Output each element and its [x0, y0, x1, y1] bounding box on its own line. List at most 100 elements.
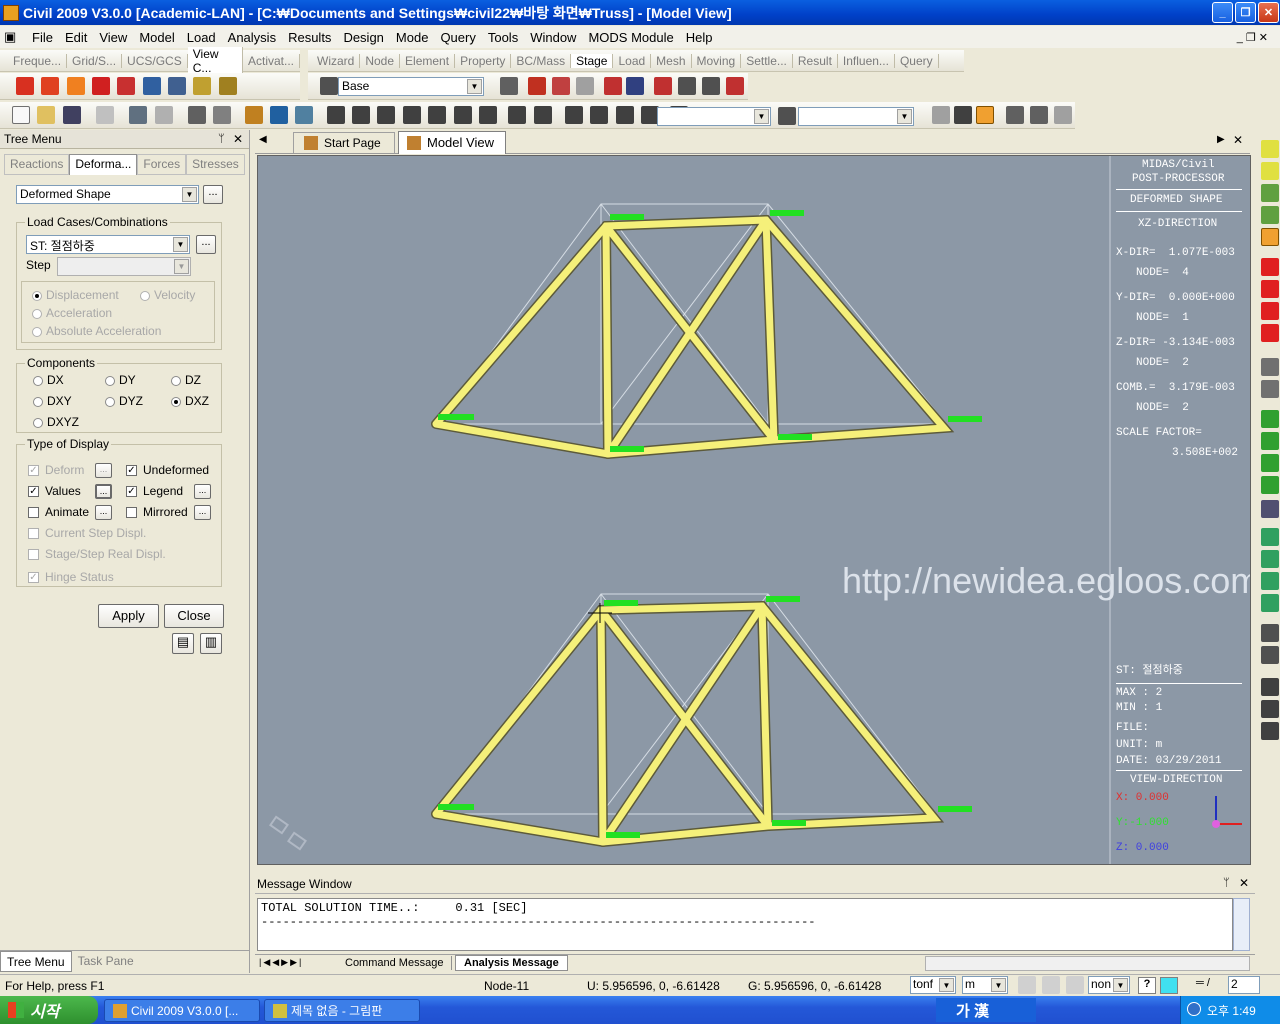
- deform-options-button[interactable]: ...: [95, 463, 112, 478]
- tab-moving[interactable]: Moving: [692, 53, 742, 68]
- task-civil[interactable]: Civil 2009 V3.0.0 [...: [104, 999, 260, 1022]
- rotate-z-icon[interactable]: [1261, 572, 1279, 590]
- menu-view[interactable]: View: [93, 30, 133, 45]
- message-scrollbar[interactable]: [1233, 898, 1250, 951]
- tendon-icon[interactable]: [604, 77, 622, 95]
- print-icon[interactable]: [188, 106, 207, 124]
- dz-radio[interactable]: [171, 375, 181, 386]
- pin-icon[interactable]: ᛘ: [1223, 877, 1230, 889]
- tab-start-page[interactable]: Start Page: [293, 132, 395, 153]
- select-poly-icon[interactable]: [590, 106, 609, 124]
- close-icon[interactable]: ✕: [1239, 876, 1249, 890]
- tab-node[interactable]: Node: [360, 53, 401, 68]
- minimize-button[interactable]: _: [1212, 2, 1233, 23]
- restore-button[interactable]: ❐: [1235, 2, 1256, 23]
- current-step-checkbox[interactable]: [28, 528, 39, 540]
- support-icon[interactable]: [528, 77, 546, 95]
- rotate-icon[interactable]: [508, 106, 527, 124]
- abs-acceleration-radio[interactable]: [32, 326, 42, 337]
- stage-icon[interactable]: [320, 77, 338, 95]
- mode-select[interactable]: non ▼: [1088, 976, 1130, 994]
- values-checkbox[interactable]: ✓: [28, 486, 39, 498]
- stage-step-checkbox[interactable]: [28, 549, 39, 561]
- clock[interactable]: 오후 1:49: [1207, 1002, 1256, 1019]
- values-options-button[interactable]: ...: [95, 484, 112, 499]
- rotate-free-icon[interactable]: [1261, 594, 1279, 612]
- chevron-down-icon[interactable]: ▼: [897, 109, 912, 124]
- line-icon[interactable]: [678, 77, 696, 95]
- grid-toggle-icon[interactable]: [932, 106, 950, 124]
- zoom-fit-icon[interactable]: [1261, 140, 1279, 158]
- close-button[interactable]: ✕: [1258, 2, 1279, 23]
- ime-bar[interactable]: 가 漢: [936, 998, 1036, 1022]
- menu-edit[interactable]: Edit: [59, 30, 93, 45]
- hidden-icon[interactable]: [41, 77, 60, 95]
- chevron-down-icon[interactable]: ▼: [467, 79, 482, 94]
- axis-icon[interactable]: [626, 77, 644, 95]
- tab-reactions[interactable]: Reactions: [4, 154, 70, 175]
- save-icon[interactable]: [62, 106, 81, 124]
- dyz-radio[interactable]: [105, 396, 115, 407]
- animate-checkbox[interactable]: [28, 507, 39, 519]
- tree-icon[interactable]: [244, 106, 263, 124]
- stage-edit-icon[interactable]: [500, 77, 518, 95]
- unlock-icon[interactable]: [954, 106, 972, 124]
- chevron-down-icon[interactable]: ▼: [1113, 978, 1128, 992]
- view-front-icon[interactable]: [1261, 410, 1279, 428]
- deform-checkbox[interactable]: ✓: [28, 465, 39, 477]
- length-unit-select[interactable]: m ▼: [962, 976, 1008, 994]
- load-icon[interactable]: [552, 77, 570, 95]
- view-iso-icon[interactable]: [1261, 358, 1279, 376]
- dxyz-radio[interactable]: [33, 417, 43, 428]
- tab-nav-icons[interactable]: |◀◀▶▶|: [259, 957, 303, 968]
- undeformed-checkbox[interactable]: ✓: [126, 465, 137, 477]
- pan-icon[interactable]: [1261, 700, 1279, 718]
- select-icon[interactable]: [16, 77, 34, 95]
- beam-icon[interactable]: [654, 77, 672, 95]
- tab-scroll-left-icon[interactable]: ◀: [259, 134, 267, 145]
- tab-tree-menu[interactable]: Tree Menu: [0, 951, 72, 972]
- menu-file[interactable]: File: [26, 30, 59, 45]
- tools-icon[interactable]: [295, 106, 314, 124]
- menu-model[interactable]: Model: [133, 30, 180, 45]
- close-button[interactable]: Close: [164, 604, 224, 628]
- filter-icon[interactable]: [778, 107, 796, 125]
- tab-stage[interactable]: Stage: [571, 53, 614, 68]
- dx-radio[interactable]: [33, 375, 43, 386]
- arrow-left-icon[interactable]: [1261, 258, 1279, 276]
- perspective-icon[interactable]: [92, 77, 111, 95]
- label-icon[interactable]: [193, 77, 212, 95]
- shade-icon[interactable]: [66, 77, 85, 95]
- chevron-down-icon[interactable]: ▼: [939, 978, 954, 992]
- capture-icon[interactable]: [1261, 646, 1279, 664]
- rotate-y-icon[interactable]: [1261, 550, 1279, 568]
- load-case-select[interactable]: ST: 절점하중 ▼: [26, 235, 190, 254]
- export-icon[interactable]: ▥: [200, 633, 222, 654]
- render-icon[interactable]: [117, 77, 136, 95]
- tab-wizard[interactable]: Wizard: [312, 53, 361, 68]
- move-icon[interactable]: [1261, 722, 1279, 740]
- menu-query[interactable]: Query: [434, 30, 481, 45]
- snap2-icon[interactable]: [1042, 976, 1060, 994]
- grid-icon[interactable]: [352, 106, 371, 124]
- load-case-options-button[interactable]: ...: [196, 235, 216, 254]
- apply-button[interactable]: Apply: [98, 604, 159, 628]
- tab-frequency[interactable]: Freque...: [8, 53, 68, 68]
- legend-options-button[interactable]: ...: [194, 484, 211, 499]
- camera-icon[interactable]: [1261, 624, 1279, 642]
- undo-icon[interactable]: [129, 106, 148, 124]
- model-viewport[interactable]: http://newidea.egloos.com/ MIDAS/Civil P…: [257, 155, 1251, 865]
- dxy-radio[interactable]: [33, 396, 43, 407]
- doc-icon[interactable]: ▣: [0, 29, 26, 45]
- tab-settle[interactable]: Settle...: [741, 53, 793, 68]
- calc-icon[interactable]: [1006, 106, 1024, 124]
- mdi-controls[interactable]: _ ❐ ✕: [1231, 31, 1274, 44]
- view-right-icon[interactable]: [1261, 476, 1279, 494]
- dy-radio[interactable]: [105, 375, 115, 386]
- table-icon[interactable]: ▤: [172, 633, 194, 654]
- close-icon[interactable]: ✕: [233, 132, 243, 146]
- monitor-icon[interactable]: [168, 77, 187, 95]
- stage-select[interactable]: Base ▼: [338, 77, 484, 96]
- tab-stresses[interactable]: Stresses: [186, 154, 245, 175]
- zoom-out-icon[interactable]: [1261, 206, 1279, 224]
